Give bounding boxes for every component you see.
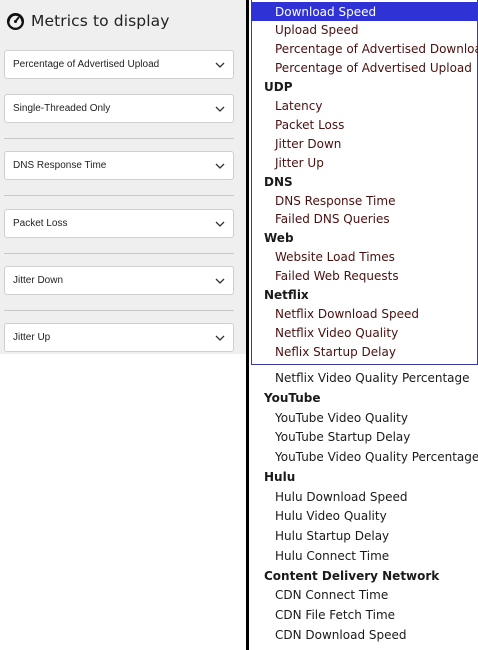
option-packet-loss[interactable]: Packet Loss: [250, 115, 478, 134]
metric-select-value: DNS Response Time: [13, 160, 107, 171]
option-netflix-video-quality-percentage[interactable]: Netflix Video Quality Percentage: [250, 369, 478, 388]
gauge-icon: [6, 12, 25, 30]
option-hulu-download-speed[interactable]: Hulu Download Speed: [250, 487, 478, 506]
option-jitter-down[interactable]: Jitter Down: [250, 134, 478, 153]
option-group-content-delivery-network: Content Delivery Network: [264, 568, 440, 583]
vertical-separator: [246, 0, 249, 650]
panel-title: Metrics to display: [31, 12, 170, 30]
option-cdn-connect-time[interactable]: CDN Connect Time: [250, 586, 478, 605]
option-group-hulu: Hulu: [264, 469, 296, 484]
metric-select-value: Single-Threaded Only: [13, 103, 111, 114]
option-group-youtube: YouTube: [264, 390, 321, 405]
metric-select-1[interactable]: Percentage of Advertised Upload: [4, 50, 234, 79]
chevron-down-icon: [215, 221, 225, 227]
option-latency[interactable]: Latency: [250, 97, 478, 116]
metric-select-2[interactable]: Single-Threaded Only: [4, 94, 234, 123]
option-failed-web-requests[interactable]: Failed Web Requests: [250, 267, 478, 286]
option-upload-speed[interactable]: Upload Speed: [250, 21, 478, 40]
metric-select-value: Percentage of Advertised Upload: [13, 59, 160, 70]
metric-select-6[interactable]: Jitter Up: [4, 323, 234, 352]
chevron-down-icon: [215, 278, 225, 284]
option-netflix-video-quality[interactable]: Netflix Video Quality: [250, 323, 478, 342]
metric-select-5[interactable]: Jitter Down: [4, 266, 234, 295]
metric-select-3[interactable]: DNS Response Time: [4, 151, 234, 180]
option-group-netflix: Netflix: [264, 288, 309, 302]
option-cdn-file-fetch-time[interactable]: CDN File Fetch Time: [250, 606, 478, 625]
option-hulu-connect-time[interactable]: Hulu Connect Time: [250, 546, 478, 565]
divider: [4, 253, 234, 254]
option-cdn-download-speed[interactable]: CDN Download Speed: [250, 625, 478, 644]
metric-select-4[interactable]: Packet Loss: [4, 209, 234, 238]
option-youtube-video-quality-percentage[interactable]: YouTube Video Quality Percentage: [250, 448, 478, 467]
option-group-dns: DNS: [264, 174, 293, 189]
option-download-speed[interactable]: Download Speed: [252, 2, 477, 21]
chevron-down-icon: [215, 163, 225, 169]
metric-select-value: Jitter Up: [13, 332, 51, 343]
option-percentage-of-advertised-download[interactable]: Percentage of Advertised Download: [250, 40, 478, 59]
chevron-down-icon: [215, 335, 225, 341]
option-website-load-times[interactable]: Website Load Times: [250, 248, 478, 267]
option-neflix-startup-delay[interactable]: Neflix Startup Delay: [250, 342, 478, 361]
panel-header: Metrics to display: [6, 10, 170, 32]
divider: [4, 138, 234, 139]
option-jitter-up[interactable]: Jitter Up: [250, 153, 478, 172]
option-group-udp: UDP: [264, 80, 293, 95]
option-failed-dns-queries[interactable]: Failed DNS Queries: [250, 210, 478, 229]
option-percentage-of-advertised-upload[interactable]: Percentage of Advertised Upload: [250, 59, 478, 78]
divider: [4, 195, 234, 196]
metric-select-value: Jitter Down: [13, 275, 64, 286]
chevron-down-icon: [215, 106, 225, 112]
option-youtube-startup-delay[interactable]: YouTube Startup Delay: [250, 428, 478, 447]
option-hulu-video-quality[interactable]: Hulu Video Quality: [250, 507, 478, 526]
metric-dropdown-list[interactable]: Download Speed Upload Speed Percentage of …: [250, 0, 478, 650]
metric-select-value: Packet Loss: [13, 218, 68, 229]
option-hulu-startup-delay[interactable]: Hulu Startup Delay: [250, 527, 478, 546]
divider: [4, 310, 234, 311]
option-netflix-download-speed[interactable]: Netflix Download Speed: [250, 304, 478, 323]
option-group-web: Web: [264, 231, 294, 246]
option-dns-response-time[interactable]: DNS Response Time: [250, 191, 478, 210]
metrics-settings-panel: Metrics to display Percentage of Adverti…: [0, 0, 246, 354]
option-youtube-video-quality[interactable]: YouTube Video Quality: [250, 408, 478, 427]
chevron-down-icon: [215, 62, 225, 68]
